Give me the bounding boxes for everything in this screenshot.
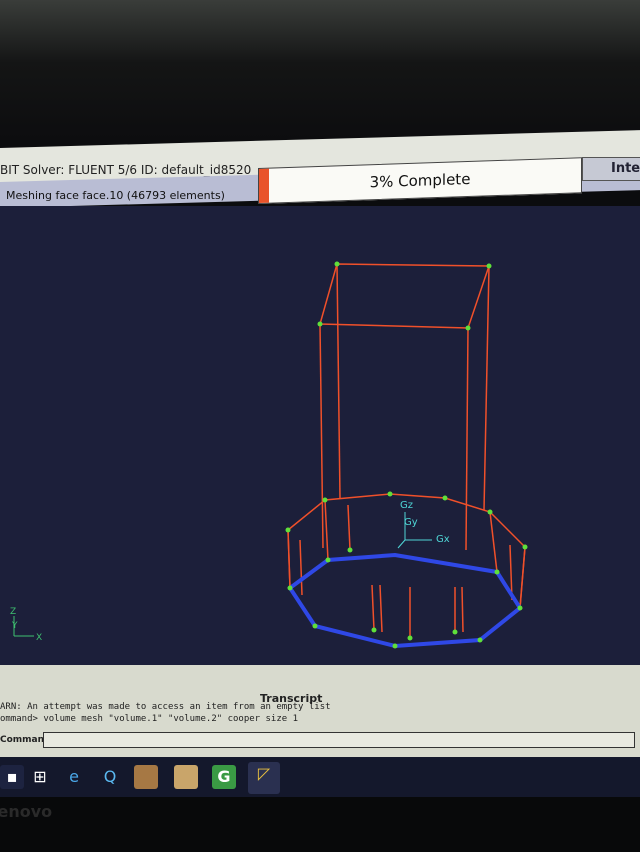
graphics-viewport[interactable]: Gz Gy Gx Z Y X	[0, 206, 640, 668]
transcript-line: ARN: An attempt was made to access an it…	[0, 702, 331, 712]
mesh-wireframe: Gz Gy Gx Z Y X	[10, 261, 528, 649]
store-icon[interactable]: ⊞	[28, 765, 52, 789]
internet-explorer-icon[interactable]: e	[62, 765, 86, 789]
monitor-bezel	[0, 797, 640, 852]
progress-label: 3% Complete	[369, 169, 471, 192]
status-message: Meshing face face.10 (46793 elements)	[6, 189, 225, 202]
box-edges	[287, 263, 526, 647]
axis-z-label: Z	[10, 607, 16, 617]
gz-label: Gz	[400, 500, 413, 511]
selected-face-edges	[287, 552, 523, 649]
app-q-icon[interactable]: Q	[98, 765, 122, 789]
app-title: BIT Solver: FLUENT 5/6 ID: default_id852…	[0, 163, 252, 177]
package-icon[interactable]	[174, 765, 198, 789]
command-input[interactable]	[43, 732, 635, 748]
brand-logo: lenovo	[0, 802, 53, 821]
gambit-icon[interactable]: G	[212, 765, 236, 789]
background-photo	[0, 0, 640, 140]
interrupt-button[interactable]: Inter	[582, 157, 640, 181]
transcript-line: ommand> volume mesh "volume.1" "volume.2…	[0, 714, 299, 724]
taskbar	[0, 757, 640, 797]
photo-app-icon[interactable]	[134, 765, 158, 789]
windows-start-icon[interactable]: ▪	[0, 765, 24, 789]
gambit-active-icon[interactable]: ◸	[248, 762, 280, 794]
axis-x-label: X	[36, 633, 42, 643]
axis-y-label: Y	[11, 621, 18, 631]
gy-label: Gy	[404, 517, 418, 528]
gx-label: Gx	[436, 534, 450, 545]
